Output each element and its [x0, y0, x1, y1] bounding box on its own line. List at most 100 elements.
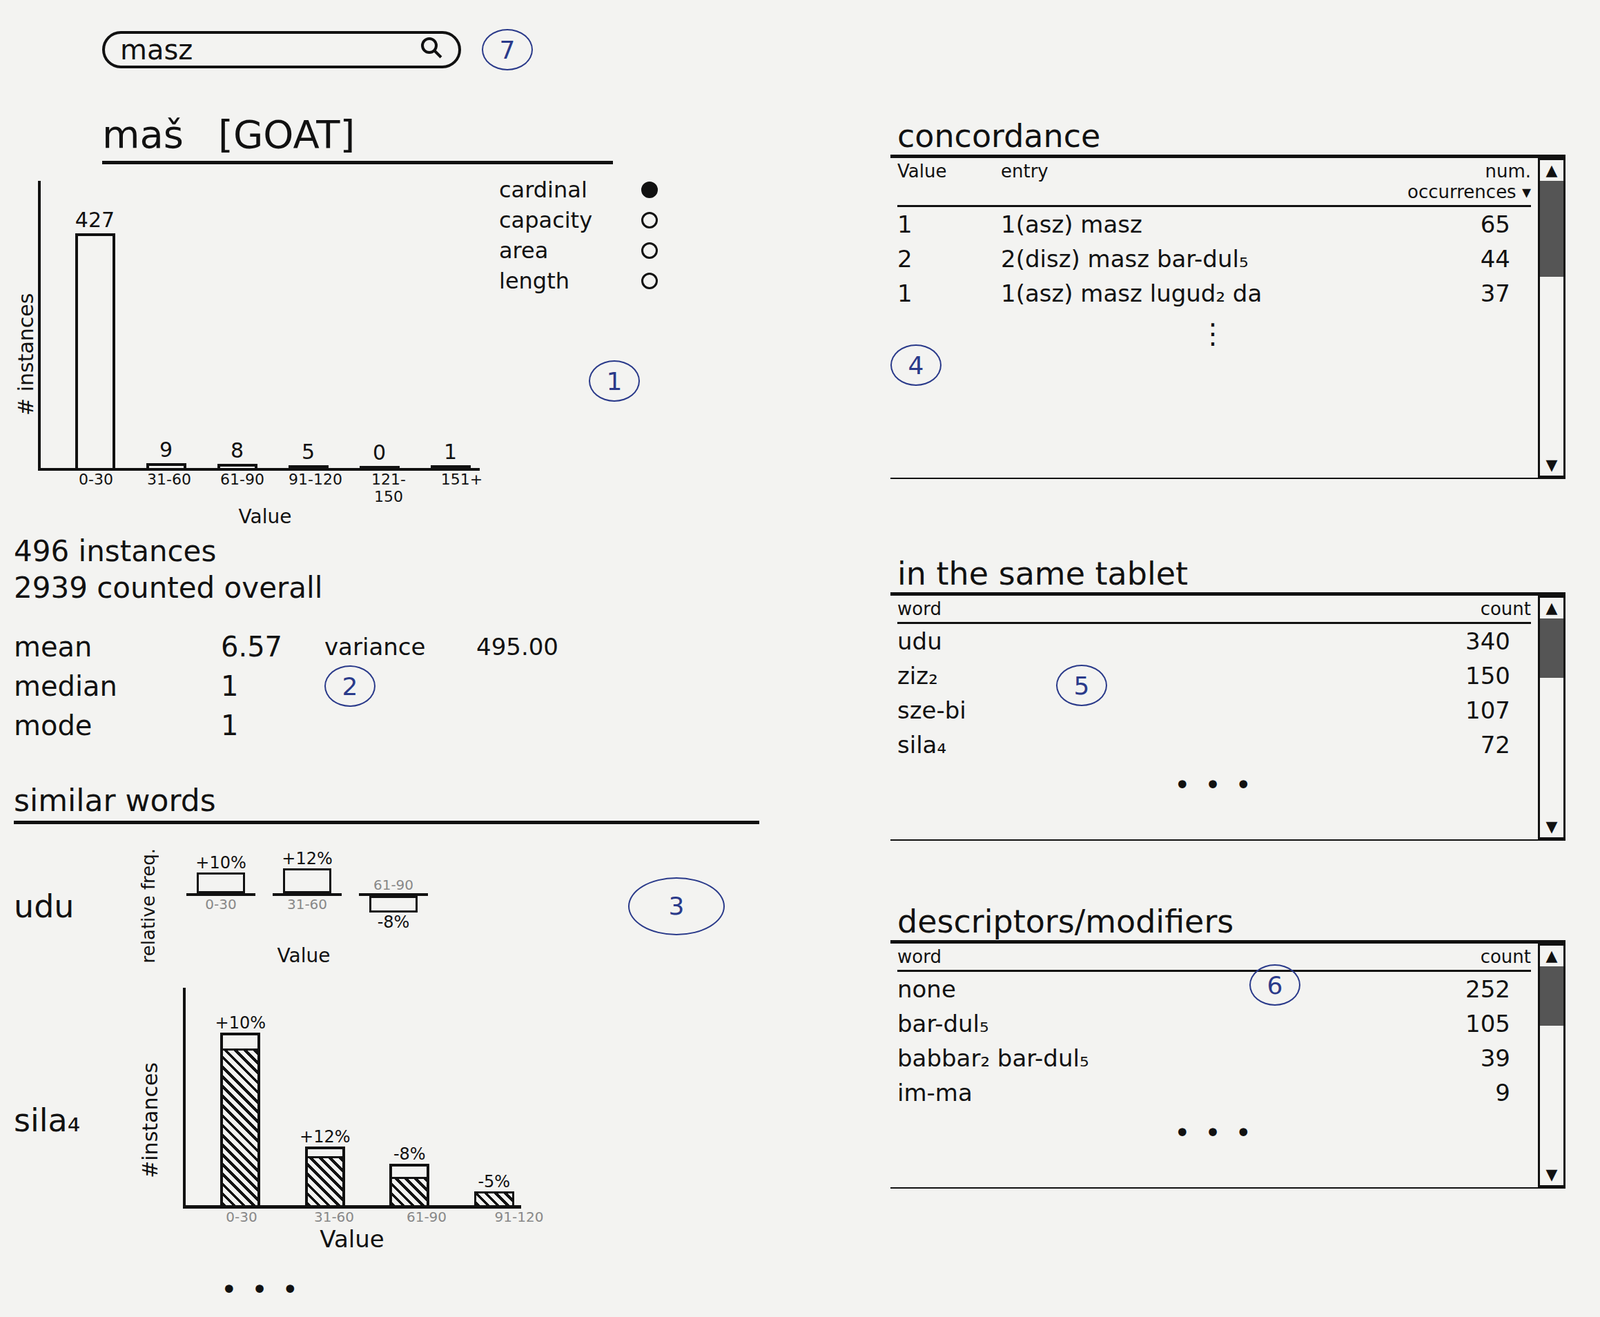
- table-row[interactable]: sze-bi107: [897, 693, 1531, 728]
- table-row[interactable]: bar-dul₅105: [897, 1006, 1531, 1041]
- radio-button[interactable]: [641, 272, 658, 290]
- table-cell: 1(asz) masz: [1000, 210, 1373, 239]
- bar-column: +10%0-30: [186, 844, 256, 945]
- table-row[interactable]: none252: [897, 971, 1531, 1007]
- table-cell: ziz₂: [897, 661, 1428, 690]
- similar-word[interactable]: sila₄: [13, 1101, 118, 1139]
- scrollbar[interactable]: ▲▼: [1537, 158, 1566, 478]
- bar[interactable]: [359, 465, 400, 468]
- scroll-track[interactable]: [1539, 180, 1564, 455]
- search-value[interactable]: masz: [120, 33, 193, 66]
- scroll-up-icon[interactable]: ▲: [1546, 597, 1558, 619]
- table-row[interactable]: babbar₂ bar-dul₅39: [897, 1040, 1531, 1076]
- scroll-track[interactable]: [1539, 966, 1564, 1165]
- column-header-cell[interactable]: num. occurrences ▾: [1372, 160, 1531, 203]
- x-tick: 31-60: [138, 470, 200, 506]
- column-header[interactable]: count: [1427, 598, 1531, 620]
- bar-value: 5: [301, 439, 315, 464]
- observed-bar[interactable]: [220, 1048, 261, 1206]
- bar[interactable]: [369, 895, 418, 913]
- x-tick: 91-120: [285, 470, 346, 506]
- scroll-down-icon[interactable]: ▼: [1546, 816, 1558, 838]
- x-tick: 91-120: [488, 1208, 551, 1226]
- unit-label[interactable]: length: [499, 267, 570, 295]
- column-header[interactable]: count: [1427, 946, 1531, 968]
- x-tick: 0-30: [210, 1208, 273, 1226]
- annotation-badge: 1: [588, 360, 640, 402]
- scroll-thumb[interactable]: [1539, 966, 1564, 1026]
- column-header[interactable]: word: [897, 946, 1428, 968]
- scroll-up-icon[interactable]: ▲: [1546, 160, 1558, 181]
- table-body: wordcountnone252bar-dul₅105babbar₂ bar-d…: [890, 943, 1538, 1188]
- bar-stack: [220, 1032, 261, 1206]
- observed-bar[interactable]: [305, 1156, 346, 1206]
- table-cell: babbar₂ bar-dul₅: [897, 1044, 1428, 1072]
- panel-title: descriptors/modifiers: [890, 902, 1566, 941]
- unit-option[interactable]: cardinal: [499, 176, 658, 203]
- bar[interactable]: [146, 463, 187, 468]
- sort-icon[interactable]: ▾: [1516, 181, 1531, 203]
- column-header[interactable]: num. occurrences: [1407, 160, 1531, 203]
- bar-label: -8%: [377, 912, 411, 932]
- table-row[interactable]: ziz₂150: [897, 658, 1531, 694]
- table-cell: 340: [1427, 627, 1531, 656]
- table-row[interactable]: im-ma9: [897, 1075, 1531, 1110]
- unit-label[interactable]: area: [499, 237, 549, 264]
- similar-word-row: sila₄#instances+10%+12%-8%-5%0-3031-6061…: [13, 987, 794, 1253]
- more-indicator: ⋮: [897, 317, 1531, 350]
- bar-column: 0: [349, 440, 409, 468]
- scroll-down-icon[interactable]: ▼: [1546, 454, 1558, 476]
- table-row[interactable]: 11(asz) masz65: [897, 207, 1531, 242]
- column-header[interactable]: entry: [1000, 160, 1373, 203]
- scroll-down-icon[interactable]: ▼: [1546, 1164, 1558, 1186]
- bar[interactable]: [283, 868, 332, 894]
- similar-words-title: similar words: [13, 782, 760, 825]
- observed-bar[interactable]: [389, 1176, 430, 1206]
- scroll-track[interactable]: [1539, 618, 1564, 817]
- scrollbar[interactable]: ▲▼: [1537, 595, 1566, 840]
- plot: +10%+12%-8%-5%: [182, 987, 522, 1209]
- table-header: Valueentrynum. occurrences ▾: [897, 158, 1531, 208]
- unit-option[interactable]: area: [499, 237, 658, 264]
- bar-stack: [305, 1146, 346, 1206]
- table-cell: udu: [897, 627, 1428, 656]
- table-cell: 39: [1427, 1044, 1531, 1072]
- similar-word[interactable]: udu: [13, 887, 118, 925]
- bar[interactable]: [196, 872, 246, 894]
- table-row[interactable]: 11(asz) masz lugud₂ da37: [897, 276, 1531, 311]
- table-row[interactable]: sila₄72: [897, 727, 1531, 763]
- unit-label[interactable]: capacity: [499, 207, 593, 234]
- radio-button[interactable]: [641, 211, 658, 229]
- scrollbar[interactable]: ▲▼: [1537, 943, 1566, 1188]
- scroll-thumb[interactable]: [1539, 180, 1564, 277]
- x-tick: 0-30: [205, 895, 237, 913]
- upper-half: 61-90: [358, 844, 428, 894]
- table-row[interactable]: udu340: [897, 623, 1531, 659]
- column-header[interactable]: Value: [897, 160, 1001, 203]
- column-header[interactable]: word: [897, 598, 1428, 620]
- bar-column: +12%: [298, 1127, 353, 1206]
- magnifier-icon[interactable]: [419, 33, 444, 66]
- bar[interactable]: [75, 233, 116, 468]
- annotation-badge: 6: [1249, 964, 1301, 1006]
- bar[interactable]: [288, 465, 329, 468]
- search-box[interactable]: masz: [102, 31, 462, 69]
- table-cell: 2: [897, 245, 1001, 273]
- scroll-up-icon[interactable]: ▲: [1546, 945, 1558, 967]
- table-cell: 9: [1427, 1078, 1531, 1107]
- chart-area: +10%0-30+12%31-6061-90-8%Value: [179, 844, 608, 968]
- word-title: maš[GOAT]: [102, 111, 613, 165]
- observed-bar[interactable]: [474, 1191, 515, 1206]
- annotation-badge: 2: [324, 665, 376, 707]
- radio-button[interactable]: [641, 181, 658, 199]
- y-axis-label: #instances: [138, 1062, 163, 1179]
- scroll-thumb[interactable]: [1539, 618, 1564, 678]
- radio-button[interactable]: [641, 242, 658, 259]
- unit-option[interactable]: length: [499, 267, 658, 295]
- table-body: wordcountudu340ziz₂150sze-bi107sila₄72• …: [890, 595, 1538, 840]
- bar[interactable]: [217, 463, 258, 468]
- bar[interactable]: [430, 465, 471, 468]
- unit-label[interactable]: cardinal: [499, 176, 588, 203]
- table-row[interactable]: 22(disz) masz bar-dul₅44: [897, 241, 1531, 277]
- unit-option[interactable]: capacity: [499, 207, 658, 234]
